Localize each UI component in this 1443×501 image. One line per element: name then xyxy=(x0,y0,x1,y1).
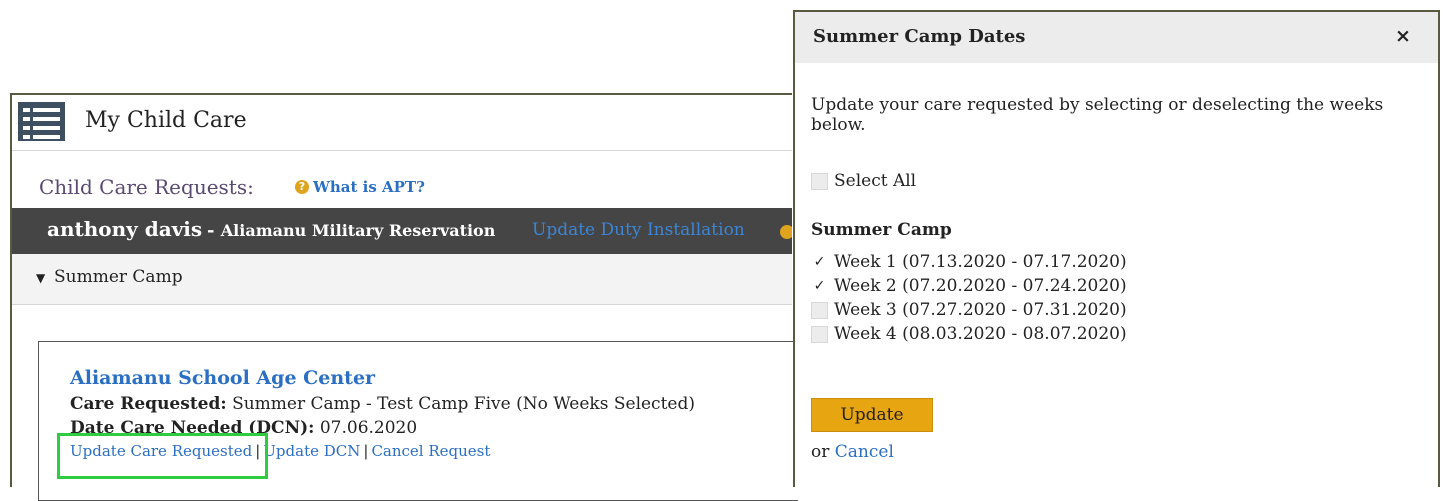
panel-header: My Child Care xyxy=(12,95,792,151)
week-checkbox[interactable]: ✓ xyxy=(811,253,828,271)
caret-down-icon: ▼ xyxy=(36,271,46,285)
summer-camp-dates-modal: Summer Camp Dates × Update your care req… xyxy=(793,10,1440,487)
update-button[interactable]: Update xyxy=(811,398,933,432)
section-title: Summer Camp xyxy=(811,220,952,240)
user-name-bar: anthony davis - Aliamanu Military Reserv… xyxy=(12,208,792,254)
check-icon: ✓ xyxy=(813,278,826,294)
week-checkbox[interactable]: ✓ xyxy=(811,277,828,295)
help-icon xyxy=(780,225,792,239)
summer-camp-toggle[interactable]: ▼ Summer Camp xyxy=(12,254,792,305)
week-row[interactable]: ✓ Week 1 (07.13.2020 - 07.17.2020) xyxy=(811,252,1127,272)
care-requested-label: Care Requested: xyxy=(70,394,227,414)
select-all-checkbox[interactable] xyxy=(811,172,828,190)
week-row[interactable]: Week 4 (08.03.2020 - 08.07.2020) xyxy=(811,324,1127,344)
week-row[interactable]: Week 3 (07.27.2020 - 07.31.2020) xyxy=(811,300,1127,320)
my-child-care-panel: My Child Care Child Care Requests: ? Wha… xyxy=(10,93,798,501)
what-is-apt-label: What is APT? xyxy=(313,178,425,196)
week-checkbox[interactable] xyxy=(811,325,828,343)
help-icon: ? xyxy=(295,180,309,194)
or-text: or xyxy=(811,442,830,462)
select-all-row[interactable]: Select All xyxy=(811,171,916,191)
center-name-link[interactable]: Aliamanu School Age Center xyxy=(70,367,375,389)
dcn-label: Date Care Needed (DCN): xyxy=(70,418,315,438)
child-care-requests-label: Child Care Requests: xyxy=(39,175,254,199)
update-care-requested-link[interactable]: Update Care Requested xyxy=(70,442,252,460)
request-actions: Update Care Requested | Update DCN | Cancel … xyxy=(70,442,491,460)
or-cancel-line: or Cancel xyxy=(811,442,894,462)
care-requested-value: Summer Camp - Test Camp Five (No Weeks S… xyxy=(232,394,695,414)
modal-title: Summer Camp Dates xyxy=(813,26,1026,47)
week-row[interactable]: ✓ Week 2 (07.20.2020 - 07.24.2020) xyxy=(811,276,1127,296)
week-label: Week 2 (07.20.2020 - 07.24.2020) xyxy=(834,276,1127,296)
cancel-link[interactable]: Cancel xyxy=(835,442,894,462)
update-duty-installation-link[interactable]: Update Duty Installation xyxy=(532,220,745,240)
modal-description: Update your care requested by selecting … xyxy=(811,95,1384,135)
list-icon xyxy=(18,102,65,141)
dcn-value: 07.06.2020 xyxy=(319,418,418,438)
week-label: Week 1 (07.13.2020 - 07.17.2020) xyxy=(834,252,1127,272)
week-label: Week 4 (08.03.2020 - 08.07.2020) xyxy=(834,324,1127,344)
dcn-line: Date Care Needed (DCN): 07.06.2020 xyxy=(70,418,417,438)
user-name: anthony davis xyxy=(47,217,203,241)
category-label: Summer Camp xyxy=(54,267,183,287)
panel-title: My Child Care xyxy=(85,108,247,133)
week-label: Week 3 (07.27.2020 - 07.31.2020) xyxy=(834,300,1127,320)
update-dcn-link[interactable]: Update DCN xyxy=(263,442,360,460)
check-icon: ✓ xyxy=(813,254,826,270)
close-icon[interactable]: × xyxy=(1395,25,1411,47)
select-all-label: Select All xyxy=(834,171,917,191)
request-card: Aliamanu School Age Center Care Requeste… xyxy=(38,341,798,501)
cancel-request-link[interactable]: Cancel Request xyxy=(371,442,490,460)
week-checkbox[interactable] xyxy=(811,301,828,319)
modal-header: Summer Camp Dates × xyxy=(795,12,1438,63)
duty-installation: - Aliamanu Military Reservation xyxy=(207,220,496,241)
care-requested-line: Care Requested: Summer Camp - Test Camp … xyxy=(70,394,695,414)
what-is-apt-link[interactable]: ? What is APT? xyxy=(295,178,425,196)
